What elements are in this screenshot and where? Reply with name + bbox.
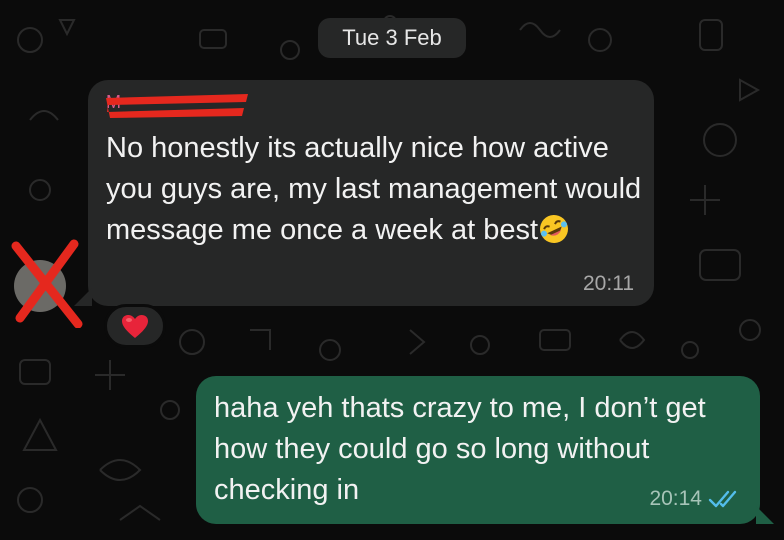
message-meta: 20:14 (649, 486, 742, 512)
bubble-tail (756, 506, 774, 524)
red-heart-icon (122, 315, 148, 338)
name-redaction-scribble (106, 94, 248, 118)
outgoing-message-bubble[interactable]: haha yeh thats crazy to me, I don’t get … (196, 376, 774, 524)
message-reaction[interactable] (104, 304, 166, 348)
read-ticks-icon (708, 490, 737, 508)
rolling-laughing-emoji-icon (540, 215, 569, 243)
message-text: No honestly its actually nice how active… (106, 128, 646, 251)
message-time: 20:14 (649, 487, 702, 510)
message-time: 20:11 (583, 272, 634, 295)
date-separator: Tue 3 Feb (318, 18, 466, 58)
avatar-redaction-x (11, 239, 83, 328)
